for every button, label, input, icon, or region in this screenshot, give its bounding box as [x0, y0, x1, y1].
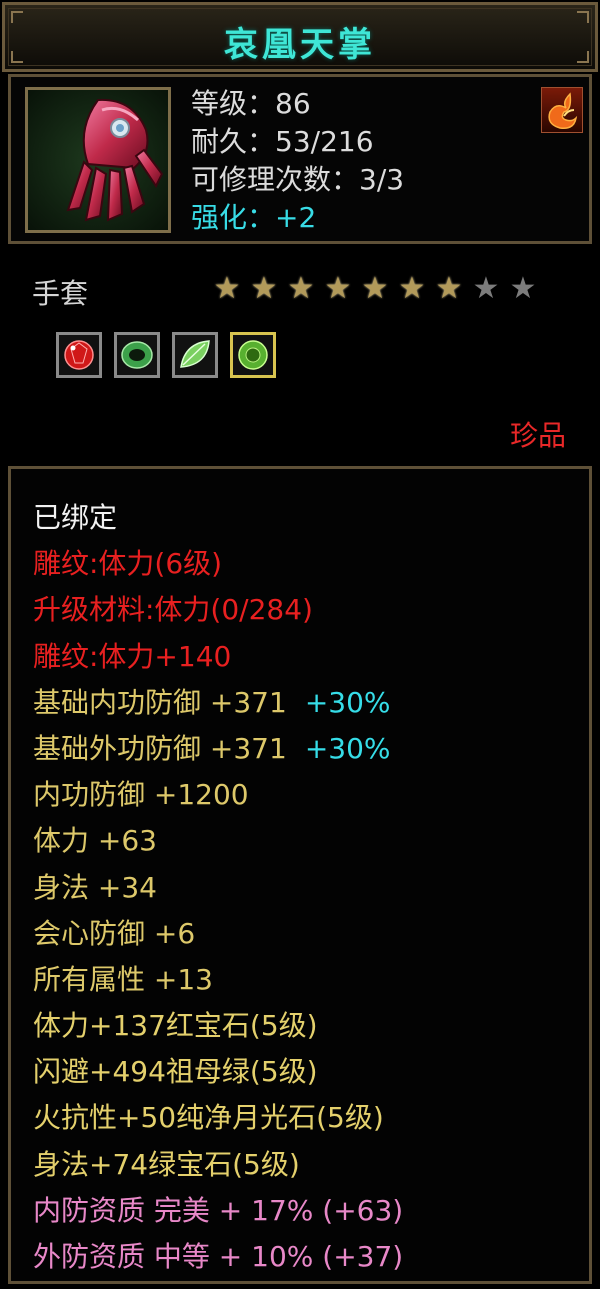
attribute-list: 已绑定 雕纹:体力(6级) 升级材料:体力(0/284) 雕纹:体力+140 基… [33, 495, 403, 1280]
item-durability: 耐久：53/216 [191, 125, 374, 158]
gem-bonus-moonstone: 火抗性+50纯净月光石(5级) [33, 1101, 384, 1135]
stamina: 体力 +63 [33, 824, 157, 858]
base-inner-defense: 基础内功防御 +371 +30% [33, 685, 391, 719]
bound-status: 已绑定 [33, 501, 118, 534]
item-title: 哀凰天掌 [224, 25, 376, 65]
jade-ring-icon[interactable] [114, 332, 160, 378]
fire-element-icon [541, 87, 583, 133]
star-filled-icon: ★ [324, 271, 352, 306]
crit-defense: 会心防御 +6 [33, 916, 196, 950]
upgrade-material: 升级材料:体力(0/284) [33, 593, 313, 627]
star-rating: ★ ★ ★ ★ ★ ★ ★ ★ ★ [212, 274, 538, 304]
star-filled-icon: ★ [361, 271, 389, 306]
inner-defense: 内功防御 +1200 [33, 778, 249, 812]
star-empty-icon: ★ [509, 271, 537, 306]
star-filled-icon: ★ [250, 271, 278, 306]
item-repair-count: 可修理次数：3/3 [191, 163, 405, 196]
quality-inner-defense: 内防资质 完美 + 17% (+63) [33, 1193, 404, 1227]
gem-sockets [56, 332, 276, 378]
gem-bonus-emerald: 闪避+494祖母绿(5级) [33, 1055, 318, 1089]
title-bar: 哀凰天掌 [2, 2, 598, 72]
item-type-label: 手套 [32, 277, 89, 310]
gem-bonus-ruby: 体力+137红宝石(5级) [33, 1009, 318, 1043]
star-filled-icon: ★ [213, 271, 241, 306]
rarity-label: 珍品 [509, 419, 566, 452]
jade-leaf-icon[interactable] [172, 332, 218, 378]
item-enhance: 强化：+2 [191, 201, 317, 234]
ruby-gem-icon[interactable] [56, 332, 102, 378]
star-empty-icon: ★ [472, 271, 500, 306]
item-info-panel: 等级：86 耐久：53/216 可修理次数：3/3 强化：+2 [8, 74, 592, 244]
glove-icon[interactable] [25, 87, 171, 233]
attribute-panel: 已绑定 雕纹:体力(6级) 升级材料:体力(0/284) 雕纹:体力+140 基… [8, 466, 592, 1284]
quality-outer-defense: 外防资质 中等 + 10% (+37) [33, 1240, 404, 1273]
star-filled-icon: ★ [287, 271, 315, 306]
item-stats: 等级：86 耐久：53/216 可修理次数：3/3 强化：+2 [191, 85, 404, 237]
all-attributes: 所有属性 +13 [33, 962, 213, 996]
engrave-bonus: 雕纹:体力+140 [33, 639, 232, 673]
item-level: 等级：86 [191, 87, 311, 120]
star-filled-icon: ★ [398, 271, 426, 306]
agility: 身法 +34 [33, 870, 157, 904]
engrave-level: 雕纹:体力(6级) [33, 547, 223, 581]
emerald-gem-icon[interactable] [230, 332, 276, 378]
star-filled-icon: ★ [435, 271, 463, 306]
gem-bonus-green: 身法+74绿宝石(5级) [33, 1147, 300, 1181]
base-outer-defense: 基础外功防御 +371 +30% [33, 731, 391, 765]
